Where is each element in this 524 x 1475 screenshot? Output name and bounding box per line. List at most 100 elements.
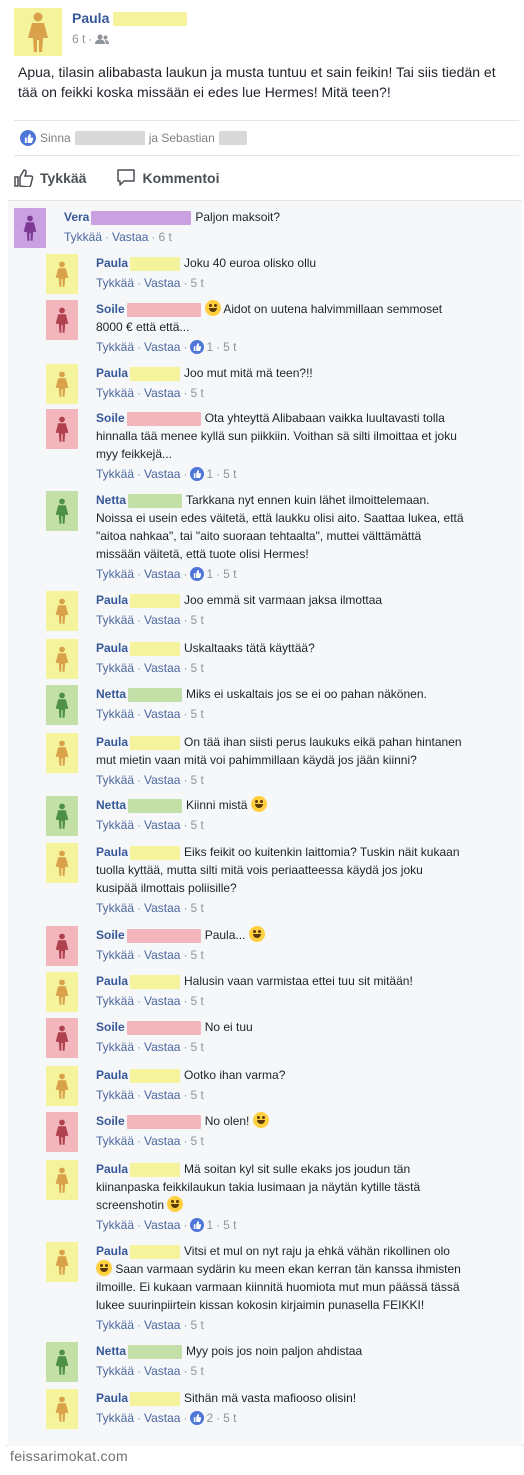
comment-author[interactable]: Paula	[96, 1068, 128, 1082]
comment-author[interactable]: Netta	[96, 493, 126, 507]
comment-time[interactable]: 5 t	[190, 1362, 203, 1380]
comment-time[interactable]: 5 t	[190, 1132, 203, 1150]
comment-time[interactable]: 5 t	[223, 465, 236, 483]
comment-reply-link[interactable]: Vastaa	[144, 659, 180, 677]
avatar[interactable]	[46, 364, 78, 404]
author-name[interactable]: Paula	[72, 10, 109, 26]
comment-like-link[interactable]: Tykkää	[96, 611, 134, 629]
comment-author[interactable]: Soile	[96, 1020, 125, 1034]
comment-time[interactable]: 5 t	[223, 338, 236, 356]
comment-like-link[interactable]: Tykkää	[96, 1409, 134, 1427]
avatar[interactable]	[46, 685, 78, 725]
comment-reply-link[interactable]: Vastaa	[144, 899, 180, 917]
comment-author[interactable]: Paula	[96, 593, 128, 607]
post-author[interactable]: Paula	[72, 10, 188, 27]
avatar[interactable]	[46, 300, 78, 340]
reaction-count[interactable]: 1	[190, 465, 213, 483]
comment-like-link[interactable]: Tykkää	[96, 659, 134, 677]
comment-time[interactable]: 5 t	[190, 946, 203, 964]
reaction-count[interactable]: 1	[190, 1216, 213, 1234]
comment-author[interactable]: Soile	[96, 928, 125, 942]
comment-like-link[interactable]: Tykkää	[96, 465, 134, 483]
comment-author[interactable]: Paula	[96, 974, 128, 988]
comment-author[interactable]: Paula	[96, 256, 128, 270]
avatar[interactable]	[46, 254, 78, 294]
comment-reply-link[interactable]: Vastaa	[144, 274, 180, 292]
comment-like-link[interactable]: Tykkää	[96, 338, 134, 356]
comment-time[interactable]: 5 t	[190, 1086, 203, 1104]
comment-author[interactable]: Paula	[96, 641, 128, 655]
avatar[interactable]	[46, 1018, 78, 1058]
comment-reply-link[interactable]: Vastaa	[144, 565, 180, 583]
avatar[interactable]	[14, 208, 46, 248]
comment-like-link[interactable]: Tykkää	[96, 1132, 134, 1150]
comment-reply-link[interactable]: Vastaa	[144, 1086, 180, 1104]
reaction-count[interactable]: 2	[190, 1409, 213, 1427]
comment-like-link[interactable]: Tykkää	[96, 816, 134, 834]
post-time[interactable]: 6 t	[72, 32, 85, 46]
comment-like-link[interactable]: Tykkää	[96, 274, 134, 292]
avatar[interactable]	[46, 1242, 78, 1282]
comment-like-link[interactable]: Tykkää	[96, 771, 134, 789]
comment-author[interactable]: Paula	[96, 1162, 128, 1176]
like-label[interactable]: Tykkää	[40, 170, 86, 186]
comment-button[interactable]: Kommentoi	[116, 169, 219, 187]
reaction-count[interactable]: 1	[190, 338, 213, 356]
liker-name[interactable]: Sinna	[40, 131, 71, 145]
avatar[interactable]	[46, 733, 78, 773]
comment-reply-link[interactable]: Vastaa	[144, 1132, 180, 1150]
comment-reply-link[interactable]: Vastaa	[144, 771, 180, 789]
comment-time[interactable]: 5 t	[190, 816, 203, 834]
avatar[interactable]	[46, 491, 78, 531]
comment-author[interactable]: Soile	[96, 1114, 125, 1128]
avatar[interactable]	[46, 1389, 78, 1429]
comment-like-link[interactable]: Tykkää	[96, 1216, 134, 1234]
comment-label[interactable]: Kommentoi	[142, 170, 219, 186]
comment-reply-link[interactable]: Vastaa	[144, 465, 180, 483]
comment-author[interactable]: Netta	[96, 798, 126, 812]
comment-time[interactable]: 5 t	[190, 992, 203, 1010]
avatar[interactable]	[46, 409, 78, 449]
comment-author[interactable]: Soile	[96, 411, 125, 425]
comment-time[interactable]: 5 t	[190, 899, 203, 917]
comment-reply-link[interactable]: Vastaa	[144, 992, 180, 1010]
comment-reply-link[interactable]: Vastaa	[144, 946, 180, 964]
comment-like-link[interactable]: Tykkää	[64, 228, 102, 246]
comment-like-link[interactable]: Tykkää	[96, 1038, 134, 1056]
comment-time[interactable]: 5 t	[190, 611, 203, 629]
avatar[interactable]	[46, 1342, 78, 1382]
comment-like-link[interactable]: Tykkää	[96, 705, 134, 723]
avatar[interactable]	[46, 1112, 78, 1152]
comment-like-link[interactable]: Tykkää	[96, 1316, 134, 1334]
reaction-count[interactable]: 1	[190, 565, 213, 583]
avatar[interactable]	[46, 843, 78, 883]
comment-like-link[interactable]: Tykkää	[96, 1086, 134, 1104]
comment-time[interactable]: 5 t	[190, 1038, 203, 1056]
comment-like-link[interactable]: Tykkää	[96, 946, 134, 964]
avatar[interactable]	[46, 591, 78, 631]
comment-like-link[interactable]: Tykkää	[96, 899, 134, 917]
comment-time[interactable]: 5 t	[190, 659, 203, 677]
comment-time[interactable]: 5 t	[190, 384, 203, 402]
comment-time[interactable]: 5 t	[223, 1409, 236, 1427]
comment-time[interactable]: 5 t	[223, 1216, 236, 1234]
avatar[interactable]	[46, 926, 78, 966]
comment-reply-link[interactable]: Vastaa	[112, 228, 148, 246]
comment-author[interactable]: Paula	[96, 1244, 128, 1258]
liker-name[interactable]: ja Sebastian	[149, 131, 215, 145]
avatar[interactable]	[46, 972, 78, 1012]
comment-time[interactable]: 6 t	[158, 228, 171, 246]
comment-like-link[interactable]: Tykkää	[96, 384, 134, 402]
comment-reply-link[interactable]: Vastaa	[144, 611, 180, 629]
comment-author[interactable]: Vera	[64, 210, 89, 224]
comment-time[interactable]: 5 t	[190, 771, 203, 789]
comment-author[interactable]: Paula	[96, 366, 128, 380]
comment-like-link[interactable]: Tykkää	[96, 1362, 134, 1380]
comment-author[interactable]: Netta	[96, 1344, 126, 1358]
comment-reply-link[interactable]: Vastaa	[144, 1362, 180, 1380]
like-button[interactable]: Tykkää	[14, 169, 86, 187]
comment-time[interactable]: 5 t	[190, 274, 203, 292]
comment-author[interactable]: Paula	[96, 735, 128, 749]
avatar[interactable]	[14, 8, 62, 56]
comment-time[interactable]: 5 t	[190, 1316, 203, 1334]
